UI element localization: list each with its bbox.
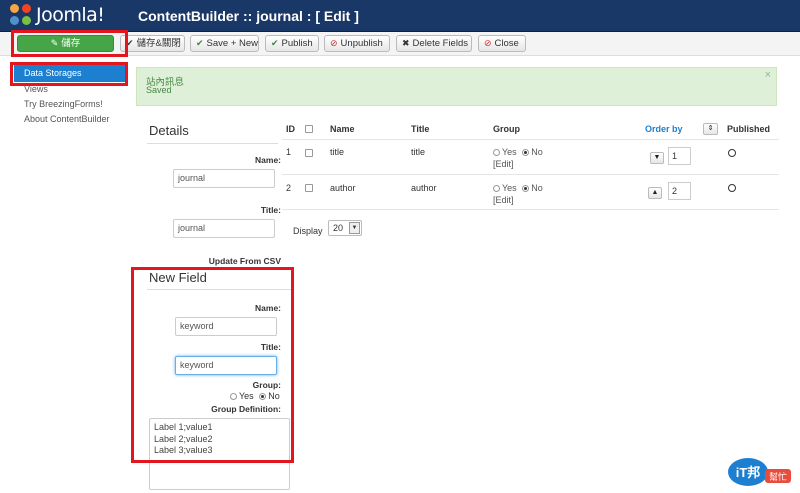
close-button[interactable]: ⊘ Close [478,35,526,52]
group-no-radio[interactable] [522,185,530,192]
display-label: Display [293,226,323,236]
col-id[interactable]: ID [286,124,295,134]
save-order-icon[interactable]: ⇕ [703,123,718,135]
unpublish-button[interactable]: ⊘ Unpublish [324,35,390,52]
logo-text: Joomla! [36,4,105,26]
edit-link[interactable]: [Edit] [493,159,514,169]
col-group[interactable]: Group [493,124,520,134]
divider [282,174,779,175]
highlight-data-storages [10,62,128,86]
top-header: Joomla! ContentBuilder :: journal : [ Ed… [0,0,800,32]
order-input[interactable]: 1 [668,147,691,165]
divider [282,139,779,140]
published-icon[interactable] [728,149,736,157]
group-no-radio[interactable] [522,149,530,156]
row-title: author [411,183,437,193]
joomla-logo[interactable]: Joomla! [10,4,105,26]
title-field[interactable]: journal [173,219,275,238]
move-down-icon[interactable]: ▼ [650,152,664,164]
update-csv-label: Update From CSV [208,256,281,266]
chevron-down-icon: ▼ [349,222,360,234]
page-title: ContentBuilder :: journal : [ Edit ] [138,8,359,24]
details-heading: Details [149,123,189,138]
row-name: author [330,183,356,193]
divider [282,209,779,210]
col-published[interactable]: Published [727,124,770,134]
row-title: title [411,147,426,157]
edit-link[interactable]: [Edit] [493,195,514,205]
row-checkbox[interactable] [305,149,313,157]
group-yes-radio[interactable] [493,185,500,192]
display-limit-select[interactable]: 20 ▼ [328,220,362,236]
save-close-button[interactable]: ✔ 儲存&關閉 [120,35,185,52]
row-checkbox[interactable] [305,184,313,192]
highlight-save [11,30,128,57]
group-yes-radio[interactable] [493,149,500,156]
row-id: 2 [286,183,292,193]
sidebar-item-about[interactable]: About ContentBuilder [14,112,126,127]
row-name: title [330,147,345,157]
col-order-by[interactable]: Order by [645,124,683,134]
move-up-icon[interactable]: ▲ [648,187,662,199]
ithome-watermark-logo: iT邦 幫忙 [728,458,791,486]
cancel-circle-icon: ⊘ [484,38,492,48]
close-icon[interactable]: × [765,69,771,81]
order-input[interactable]: 2 [668,182,691,200]
highlight-new-field [131,267,294,463]
check-icon: ✔ [196,38,204,48]
delete-fields-button[interactable]: ✖ Delete Fields [396,35,472,52]
published-icon[interactable] [728,184,736,192]
row-group: Yes No [493,183,543,193]
watermark-subtext: 幫忙 [769,471,787,483]
col-title[interactable]: Title [411,124,429,134]
system-message: 站內訊息 Saved × [136,67,777,106]
publish-button[interactable]: ✔ Publish [265,35,319,52]
delete-icon: ✖ [402,38,410,48]
check-icon: ✔ [271,38,279,48]
col-name[interactable]: Name [330,124,355,134]
save-new-button[interactable]: ✔ Save + New [190,35,259,52]
sidebar-item-try-breezingforms[interactable]: Try BreezingForms! [14,97,126,112]
row-id: 1 [286,147,292,157]
row-group: Yes No [493,147,543,157]
name-field[interactable]: journal [173,169,275,188]
message-text: Saved [146,85,172,95]
select-all-checkbox[interactable] [305,125,313,133]
joomla-logo-icon [10,4,32,26]
divider [147,143,278,144]
title-label: Title: [260,205,281,215]
watermark-text: iT邦 [736,465,761,480]
cancel-circle-icon: ⊘ [330,38,338,48]
name-label: Name: [255,155,281,165]
